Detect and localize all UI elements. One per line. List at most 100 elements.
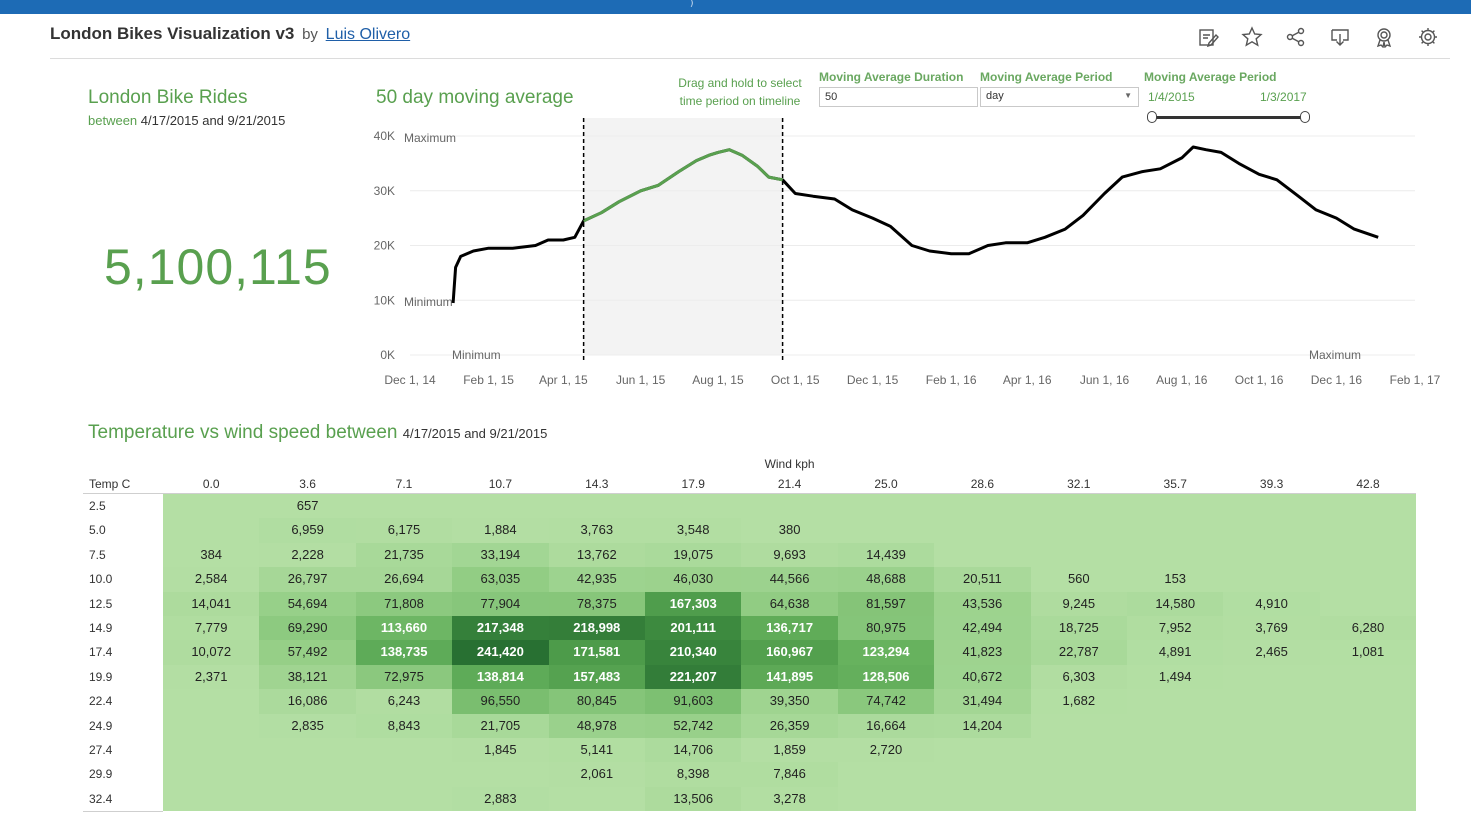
heatmap-cell: 2,584 — [163, 567, 260, 592]
heatmap-cell: 78,375 — [548, 591, 645, 616]
author-link[interactable]: Luis Olivero — [326, 26, 410, 43]
heatmap-cell: 160,967 — [741, 640, 838, 665]
heatmap-cell: 21,705 — [452, 713, 549, 738]
range-end-date: 1/3/2017 — [1260, 90, 1307, 104]
x-tick-label: Jun 1, 16 — [1080, 373, 1130, 387]
heatmap-cell: 657 — [259, 494, 356, 519]
star-icon[interactable] — [1241, 26, 1263, 48]
x-tick-label: Oct 1, 15 — [771, 373, 820, 387]
range-start-date: 1/4/2015 — [1148, 90, 1195, 104]
heatmap-cell: 74,742 — [837, 689, 935, 714]
heatmap-cell: 128,506 — [837, 664, 935, 690]
heatmap-cell: 123,294 — [837, 640, 935, 665]
heatmap-cell: 18,725 — [1030, 616, 1127, 641]
heatmap-cell: 80,845 — [548, 689, 645, 714]
row-header: 22.4 — [89, 694, 113, 709]
heatmap-cell: 22,787 — [1030, 640, 1127, 665]
x-tick-label: Aug 1, 16 — [1156, 373, 1208, 387]
heatmap-cell: 64,638 — [741, 591, 838, 616]
heatmap-cell: 2,720 — [837, 738, 935, 763]
heatmap-cell: 7,952 — [1127, 616, 1224, 641]
heatmap-cell: 9,693 — [741, 542, 838, 568]
share-icon[interactable] — [1285, 26, 1307, 48]
chevron-down-icon: ▼ — [1124, 91, 1132, 100]
heatmap-cell: 96,550 — [452, 689, 549, 714]
moving-average-line-chart[interactable]: 0K 10K 20K 30K 40K Dec 1, 14 Feb 1, 15 Apr 1, 1… — [360, 112, 1440, 397]
dashboard-header: London Bikes Visualization v3 by Luis Ol… — [50, 24, 410, 50]
heatmap-cell: 69,290 — [259, 616, 356, 641]
badge-icon[interactable] — [1373, 26, 1395, 49]
y-tick-label: 40K — [374, 129, 395, 143]
heatmap-cell: 1,081 — [1319, 640, 1417, 665]
temp-axis-label: Temp C — [89, 477, 131, 491]
heatmap-cell: 26,797 — [259, 567, 356, 592]
column-header: 25.0 — [874, 477, 898, 491]
download-icon[interactable] — [1329, 26, 1351, 48]
x-tick-label: Jun 1, 15 — [616, 373, 666, 387]
heatmap-cell: 14,041 — [163, 591, 260, 616]
y-tick-label: 0K — [380, 348, 395, 362]
row-header: 29.9 — [89, 767, 113, 782]
column-header: 21.4 — [777, 477, 802, 491]
heatmap-cell: 1,682 — [1030, 689, 1127, 714]
heatmap-cell: 13,762 — [548, 542, 645, 568]
row-header: 10.0 — [89, 572, 113, 587]
heatmap-cell: 72,975 — [355, 664, 453, 690]
heatmap-cell: 2,883 — [452, 786, 549, 812]
kpi-title: London Bike Rides — [88, 87, 248, 108]
heatmap-cell: 1,859 — [741, 738, 838, 763]
heatmap-cell: 1,884 — [452, 518, 549, 543]
edit-icon[interactable] — [1197, 26, 1219, 48]
heatmap-cell: 167,303 — [645, 591, 742, 616]
wind-axis-label: Wind kph — [764, 457, 815, 471]
heatmap-cell: 138,735 — [355, 640, 453, 665]
heatmap-cell: 157,483 — [548, 664, 645, 690]
heatmap-cell: 63,035 — [452, 567, 549, 592]
x-tick-label: Apr 1, 16 — [1003, 373, 1052, 387]
x-tick-label: Dec 1, 15 — [847, 373, 899, 387]
column-header: 0.0 — [202, 477, 220, 491]
heatmap-cell: 38,121 — [259, 664, 356, 690]
row-header: 32.4 — [89, 791, 113, 806]
top-bar: ) — [0, 0, 1471, 14]
heatmap-cell: 380 — [741, 518, 838, 543]
heatmap-cell: 42,494 — [934, 616, 1031, 641]
heatmap-cell: 3,769 — [1223, 616, 1320, 641]
heatmap-cell: 71,808 — [355, 591, 453, 616]
heatmap-cell: 6,243 — [355, 689, 453, 714]
column-header: 17.9 — [681, 477, 705, 491]
heatmap-cell: 10,072 — [163, 640, 260, 665]
heatmap-cell: 91,603 — [645, 689, 742, 714]
x-tick-label: Apr 1, 15 — [539, 373, 588, 387]
heatmap-cell: 46,030 — [645, 567, 742, 592]
column-header: 35.7 — [1163, 477, 1187, 491]
heatmap-cell: 4,891 — [1127, 640, 1224, 665]
row-header: 5.0 — [89, 523, 106, 538]
heatmap-cell: 54,694 — [259, 591, 356, 616]
heatmap-cell: 1,845 — [452, 738, 549, 763]
heatmap-cell: 2,061 — [548, 762, 645, 787]
heatmap-cell: 20,511 — [934, 567, 1031, 592]
heatmap-cell: 153 — [1127, 567, 1224, 592]
heatmap-cell: 3,548 — [645, 518, 742, 543]
header-divider — [50, 58, 1450, 59]
max-annotation-axis: Maximum — [1309, 348, 1361, 362]
heatmap-cell: 14,706 — [645, 738, 742, 763]
heatmap-cell: 44,566 — [741, 567, 838, 592]
y-tick-label: 10K — [374, 293, 395, 307]
heatmap-date-range: 4/17/2015 and 9/21/2015 — [402, 426, 548, 441]
x-tick-label: Feb 1, 17 — [1390, 373, 1440, 387]
selection-band — [583, 118, 783, 355]
settings-icon[interactable] — [1417, 26, 1439, 48]
heatmap-cell: 9,245 — [1030, 591, 1127, 616]
ma-duration-label: Moving Average Duration — [819, 70, 964, 84]
ma-duration-input[interactable] — [819, 87, 978, 107]
heatmap-bottom-rule — [83, 811, 163, 813]
row-header: 12.5 — [89, 596, 113, 611]
heatmap-cell: 221,207 — [645, 664, 742, 690]
heatmap-header-rule — [83, 493, 1417, 494]
ma-period-select[interactable]: day ▼ — [980, 87, 1139, 107]
heatmap-cell: 384 — [163, 542, 260, 568]
heatmap-cell: 57,492 — [259, 640, 356, 665]
heatmap-cell: 241,420 — [452, 640, 549, 665]
